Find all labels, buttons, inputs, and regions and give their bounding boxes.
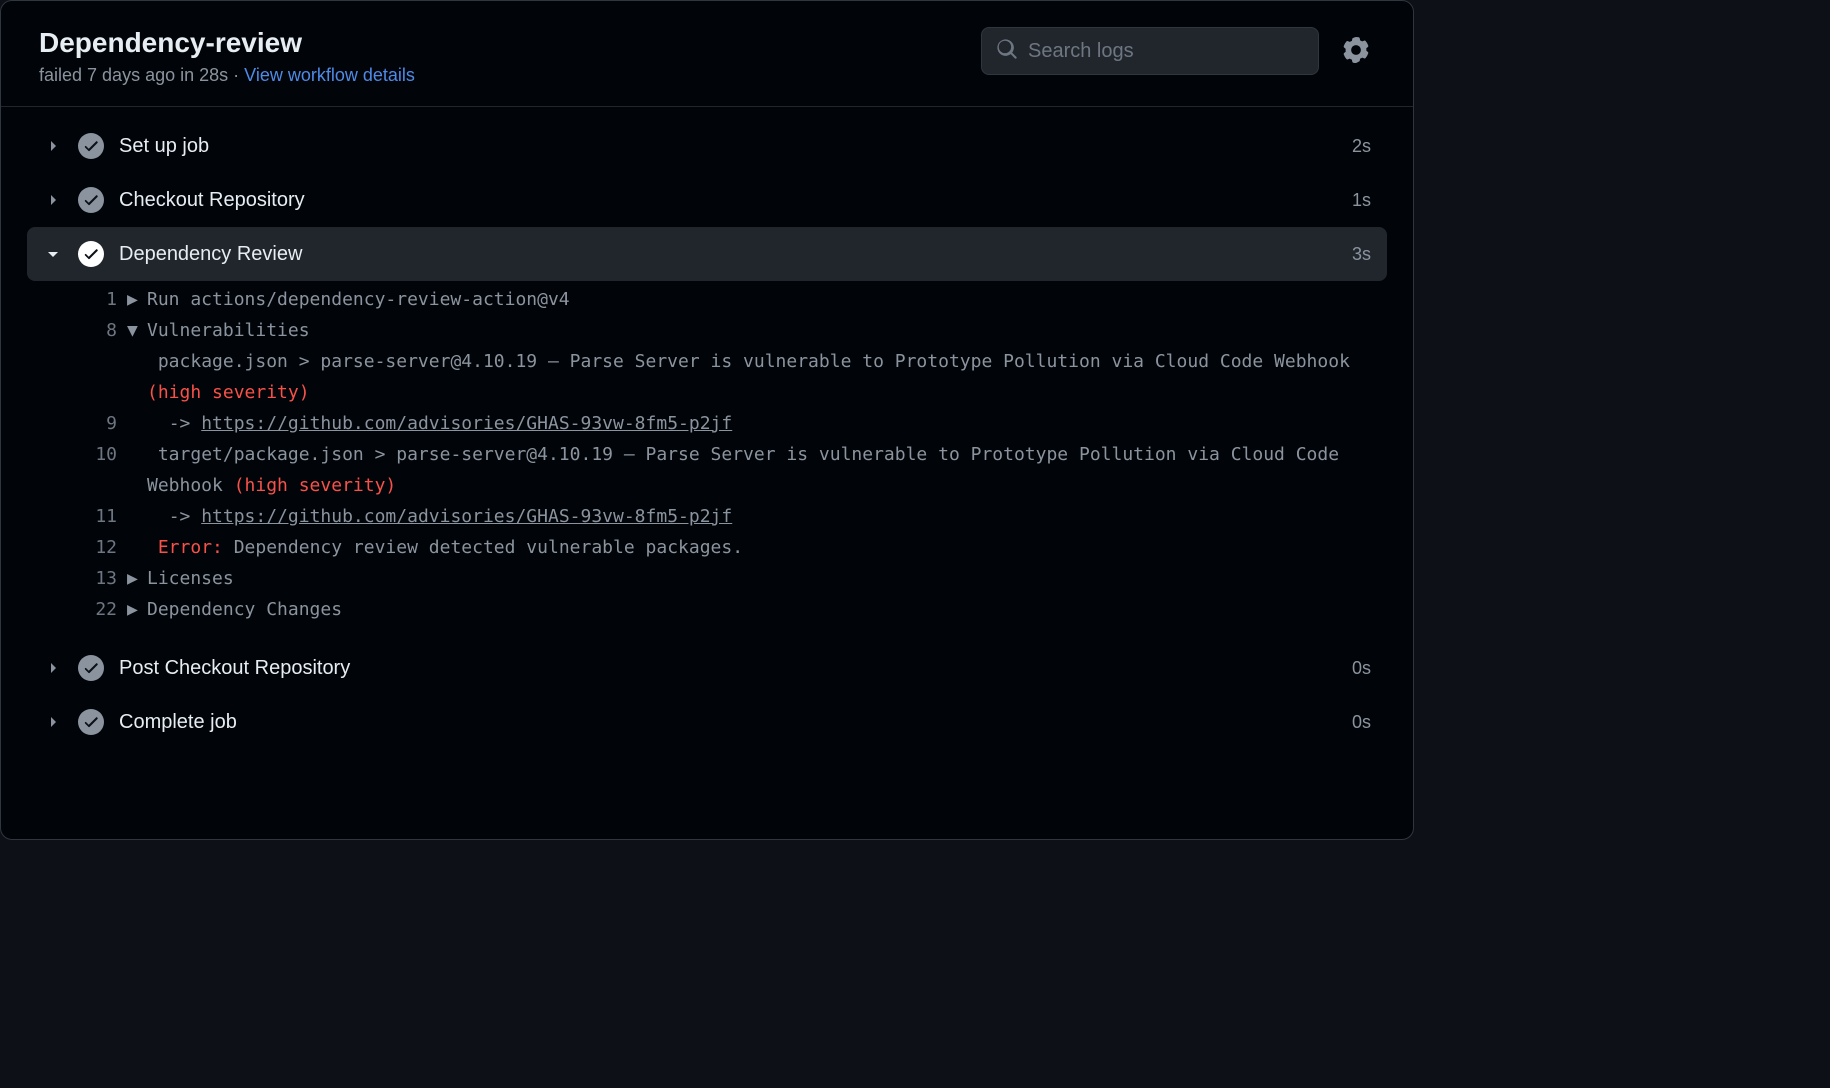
log-line[interactable]: 1 ▶ Run actions/dependency-review-action…	[79, 285, 1387, 316]
error-label: Error:	[158, 537, 223, 558]
caret-right-icon: ▶	[127, 595, 147, 626]
advisory-link[interactable]: https://github.com/advisories/GHAS-93vw-…	[201, 413, 732, 434]
step-duration: 3s	[1352, 244, 1371, 265]
severity-label: (high severity)	[234, 475, 397, 496]
log-line[interactable]: 13 ▶ Licenses	[79, 564, 1387, 595]
line-number: 13	[79, 564, 127, 595]
search-logs-input[interactable]	[1028, 40, 1304, 63]
step-name: Checkout Repository	[119, 189, 1338, 212]
step-duration: 2s	[1352, 136, 1371, 157]
log-line: 11 -> https://github.com/advisories/GHAS…	[79, 502, 1387, 533]
workflow-subtitle: failed 7 days ago in 28s · View workflow…	[39, 65, 981, 86]
header-right	[981, 27, 1375, 75]
log-text: Dependency Changes	[147, 595, 1387, 626]
step-name: Dependency Review	[119, 243, 1338, 266]
step-post-checkout-repository[interactable]: Post Checkout Repository 0s	[27, 641, 1387, 695]
log-text: Vulnerabilities	[147, 316, 1387, 347]
line-number: 11	[79, 502, 127, 533]
settings-button[interactable]	[1337, 31, 1375, 72]
chevron-right-icon	[43, 660, 63, 676]
log-text: Run actions/dependency-review-action@v4	[147, 285, 1387, 316]
caret-right-icon: ▶	[127, 564, 147, 595]
log-line: 10 target/package.json > parse-server@4.…	[79, 440, 1387, 502]
step-checkout-repository[interactable]: Checkout Repository 1s	[27, 173, 1387, 227]
step-duration: 1s	[1352, 190, 1371, 211]
chevron-right-icon	[43, 714, 63, 730]
view-workflow-details-link[interactable]: View workflow details	[244, 65, 415, 85]
advisory-link[interactable]: https://github.com/advisories/GHAS-93vw-…	[201, 506, 732, 527]
status-success-icon	[77, 709, 105, 735]
log-text: Licenses	[147, 564, 1387, 595]
line-number: 22	[79, 595, 127, 626]
steps-list: Set up job 2s Checkout Repository 1s Dep…	[1, 107, 1413, 839]
line-number: 1	[79, 285, 127, 316]
log-line: 12 Error: Dependency review detected vul…	[79, 533, 1387, 564]
step-log: 1 ▶ Run actions/dependency-review-action…	[27, 281, 1387, 641]
log-text: target/package.json > parse-server@4.10.…	[147, 440, 1387, 502]
status-success-icon	[77, 187, 105, 213]
step-duration: 0s	[1352, 712, 1371, 733]
status-success-icon	[77, 655, 105, 681]
step-set-up-job[interactable]: Set up job 2s	[27, 119, 1387, 173]
line-number: 9	[79, 409, 127, 440]
log-text: package.json > parse-server@4.10.19 – Pa…	[147, 347, 1387, 409]
chevron-right-icon	[43, 138, 63, 154]
caret-down-icon: ▼	[127, 316, 147, 347]
header-left: Dependency-review failed 7 days ago in 2…	[39, 27, 981, 86]
status-success-icon	[77, 133, 105, 159]
step-duration: 0s	[1352, 658, 1371, 679]
search-icon	[996, 38, 1018, 65]
log-text: -> https://github.com/advisories/GHAS-93…	[147, 409, 1387, 440]
line-number: 12	[79, 533, 127, 564]
line-number: 10	[79, 440, 127, 471]
log-line[interactable]: 8 ▼ Vulnerabilities	[79, 316, 1387, 347]
gear-icon	[1343, 37, 1369, 66]
log-text: Error: Dependency review detected vulner…	[147, 533, 1387, 564]
step-name: Complete job	[119, 711, 1338, 734]
caret-right-icon: ▶	[127, 285, 147, 316]
workflow-log-panel: Dependency-review failed 7 days ago in 2…	[0, 0, 1414, 840]
search-logs-box[interactable]	[981, 27, 1319, 75]
status-text: failed 7 days ago in 28s	[39, 65, 228, 85]
log-line: 9 -> https://github.com/advisories/GHAS-…	[79, 409, 1387, 440]
step-name: Set up job	[119, 135, 1338, 158]
chevron-right-icon	[43, 192, 63, 208]
step-complete-job[interactable]: Complete job 0s	[27, 695, 1387, 749]
severity-label: (high severity)	[147, 382, 310, 403]
separator: ·	[228, 65, 244, 85]
step-name: Post Checkout Repository	[119, 657, 1338, 680]
panel-header: Dependency-review failed 7 days ago in 2…	[1, 1, 1413, 107]
workflow-title: Dependency-review	[39, 27, 981, 59]
line-number: 8	[79, 316, 127, 347]
log-line: package.json > parse-server@4.10.19 – Pa…	[79, 347, 1387, 409]
log-line[interactable]: 22 ▶ Dependency Changes	[79, 595, 1387, 626]
step-dependency-review[interactable]: Dependency Review 3s	[27, 227, 1387, 281]
status-success-icon	[77, 241, 105, 267]
log-text: -> https://github.com/advisories/GHAS-93…	[147, 502, 1387, 533]
chevron-down-icon	[43, 246, 63, 262]
